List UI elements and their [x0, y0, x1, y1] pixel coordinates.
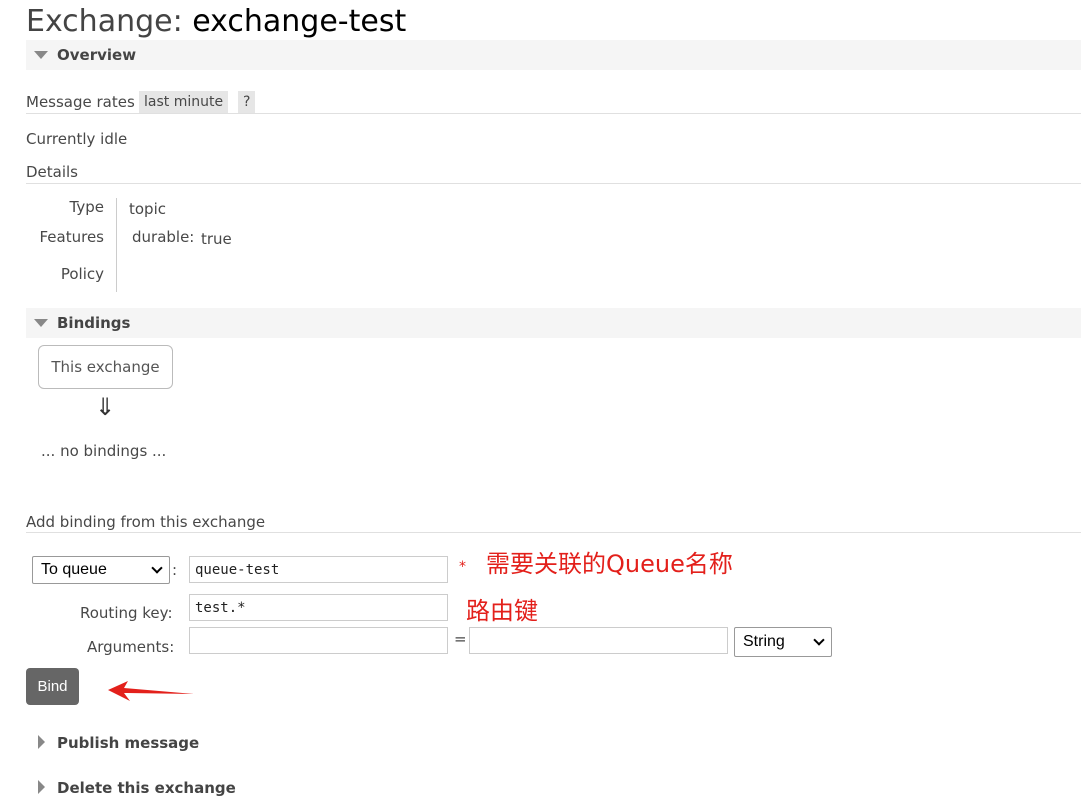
destination-type-value: To queue [41, 561, 107, 578]
expand-triangle-icon [38, 735, 45, 749]
divider [26, 113, 1081, 114]
message-rates-label: Message rates [26, 93, 135, 111]
destination-type-select[interactable]: To queue [32, 556, 170, 584]
delete-exchange-section[interactable]: Delete this exchange [26, 776, 426, 802]
routing-key-label: Routing key: [80, 604, 173, 622]
delete-exchange-title: Delete this exchange [57, 779, 236, 797]
equals-sign: = [454, 630, 467, 648]
argument-type-value: String [743, 633, 785, 650]
durable-label: durable: [132, 228, 195, 246]
help-button[interactable]: ? [238, 91, 256, 113]
add-binding-title: Add binding from this exchange [26, 513, 266, 531]
queue-name-annotation: 需要关联的Queue名称 [486, 550, 733, 578]
details-label: Details [26, 163, 79, 181]
collapse-triangle-icon [34, 319, 48, 327]
overview-title: Overview [57, 46, 137, 64]
chevron-down-icon [151, 561, 163, 574]
colon: : [172, 561, 178, 579]
exchange-name: exchange-test [192, 4, 407, 39]
divider [26, 532, 1081, 533]
this-exchange-box: This exchange [38, 345, 173, 389]
bindings-section-header[interactable]: Bindings [26, 308, 1081, 338]
policy-label: Policy [60, 265, 104, 283]
arrow-left-icon [108, 681, 194, 701]
destination-input[interactable]: queue-test [189, 556, 448, 583]
overview-section-header[interactable]: Overview [26, 40, 1081, 70]
collapse-triangle-icon [34, 51, 48, 59]
features-label: Features [39, 228, 105, 246]
argument-type-select[interactable]: String [734, 627, 832, 657]
down-arrow-icon: ⇓ [95, 393, 116, 421]
status-text: Currently idle [26, 130, 128, 148]
type-value: topic [129, 200, 166, 218]
no-bindings-text: ... no bindings ... [41, 442, 167, 460]
expand-triangle-icon [38, 780, 45, 794]
arguments-label: Arguments: [87, 638, 175, 656]
rate-period-selector[interactable]: last minute [139, 91, 229, 113]
routing-key-input[interactable]: test.* [189, 594, 448, 621]
routing-key-annotation: 路由键 [466, 597, 538, 625]
page-title-prefix: Exchange: [26, 4, 193, 39]
page-title: Exchange: exchange-test [26, 4, 406, 39]
bind-button[interactable]: Bind [26, 668, 79, 705]
divider [26, 183, 1081, 184]
bindings-title: Bindings [57, 314, 131, 332]
argument-key-input[interactable] [189, 627, 448, 654]
durable-value: true [201, 230, 232, 248]
argument-value-input[interactable] [469, 627, 728, 654]
type-label: Type [69, 198, 104, 216]
publish-message-section[interactable]: Publish message [26, 731, 426, 757]
publish-message-title: Publish message [57, 734, 200, 752]
chevron-down-icon [813, 633, 825, 646]
required-mark: * [459, 559, 466, 575]
details-separator [116, 198, 117, 292]
